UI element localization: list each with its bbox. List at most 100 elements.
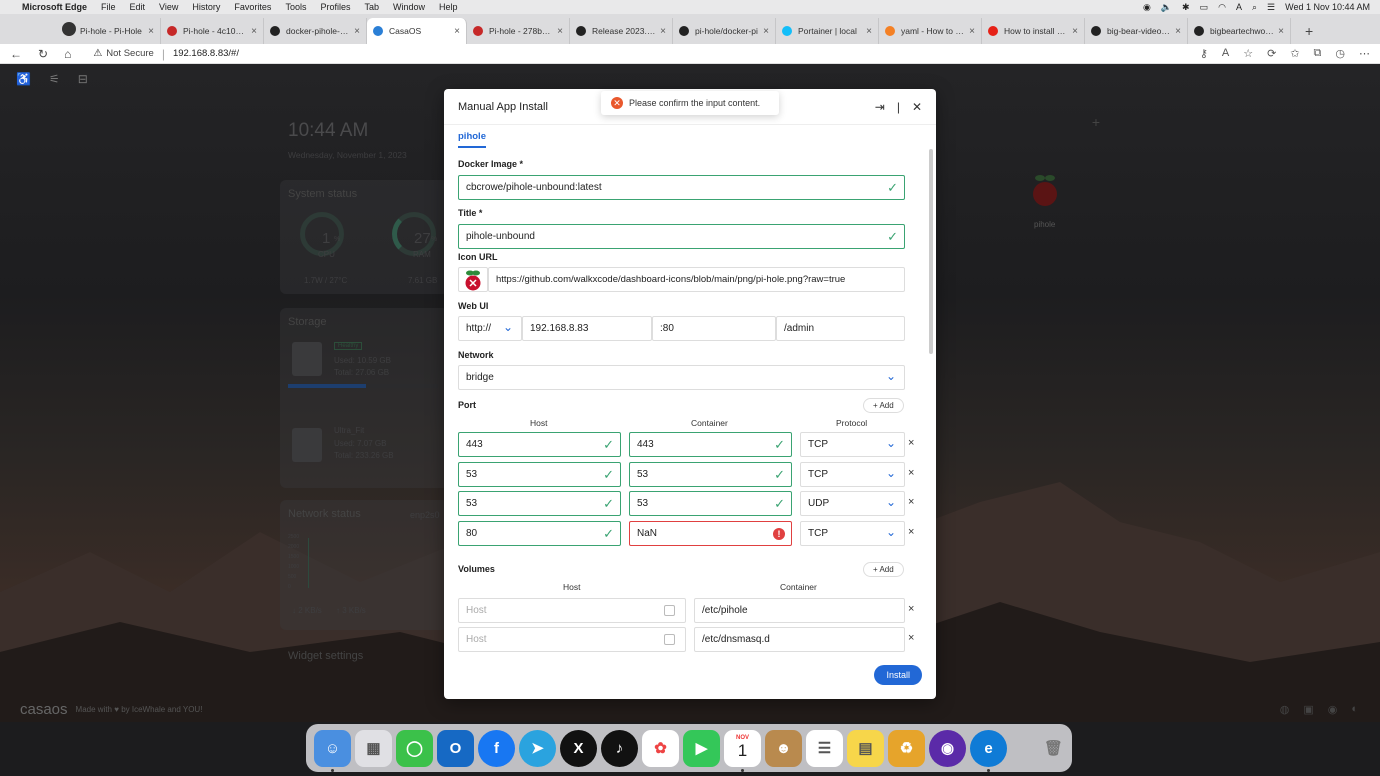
menu-file[interactable]: File [101, 2, 116, 12]
profile-avatar[interactable] [62, 22, 76, 36]
port-container-input[interactable]: NaN! [629, 520, 792, 546]
tab-close-icon[interactable]: × [866, 26, 872, 37]
remove-volume-icon[interactable]: × [908, 603, 914, 615]
pihole-app-label[interactable]: pihole [1034, 220, 1055, 229]
read-aloud-icon[interactable]: A [1222, 47, 1229, 60]
browser-tab[interactable]: docker-pihole-unb × [264, 18, 367, 44]
menu-history[interactable]: History [192, 2, 220, 12]
port-protocol-select[interactable]: TCP ⌄ [800, 461, 905, 487]
web-ui-path-input[interactable]: /admin [776, 316, 905, 341]
pihole-app-icon[interactable] [1030, 172, 1060, 212]
web-ui-scheme-select[interactable]: http:// ⌄ [458, 316, 522, 341]
control-center-icon[interactable]: ☰ [1267, 2, 1275, 13]
widget-settings-label[interactable]: Widget settings [288, 650, 363, 662]
port-container-input[interactable]: 53 ✓ [629, 491, 792, 516]
tiktok-icon[interactable]: ♪ [601, 729, 638, 767]
chat-icon[interactable]: ◍ [1280, 703, 1290, 716]
accessibility-icon[interactable]: ♿ [16, 72, 31, 86]
docker-image-input[interactable]: cbcrowe/pihole-unbound:latest ✓ [458, 175, 905, 200]
podcast-icon[interactable]: ◉ [929, 729, 966, 767]
reload-icon[interactable]: ↻ [38, 47, 48, 61]
app-name-menu[interactable]: Microsoft Edge [22, 2, 87, 12]
browser-tab[interactable]: big-bear-video-an × [1085, 18, 1188, 44]
menu-profiles[interactable]: Profiles [320, 2, 350, 12]
back-icon[interactable]: ← [10, 47, 22, 61]
menu-window[interactable]: Window [393, 2, 425, 12]
menubar-datetime[interactable]: Wed 1 Nov 10:44 AM [1285, 2, 1370, 12]
add-volume-button[interactable]: + Add [863, 562, 904, 577]
security-label[interactable]: Not Secure [106, 48, 154, 59]
record-icon[interactable]: ◉ [1143, 2, 1151, 13]
title-input[interactable]: pihole-unbound ✓ [458, 224, 905, 249]
web-ui-port-input[interactable]: :80 [652, 316, 776, 341]
tab-close-icon[interactable]: × [763, 26, 769, 37]
tab-pihole[interactable]: pihole [458, 131, 486, 148]
remove-port-icon[interactable]: × [908, 526, 914, 538]
port-protocol-select[interactable]: TCP ⌄ [800, 432, 905, 457]
input-source-icon[interactable]: A [1236, 2, 1242, 12]
discord-icon[interactable]: ◐ [1351, 703, 1358, 716]
menu-help[interactable]: Help [439, 2, 458, 12]
volume-container-input[interactable]: /etc/pihole [694, 598, 905, 623]
tab-close-icon[interactable]: × [1175, 26, 1181, 37]
folder-select-icon[interactable] [664, 605, 675, 616]
volume-host-input[interactable]: Host [458, 627, 686, 652]
browser-tab[interactable]: Pi-hole - 278bb97 × [467, 18, 570, 44]
terminal-icon[interactable]: ⊟ [78, 72, 88, 86]
volume-host-input[interactable]: Host [458, 598, 686, 623]
tab-close-icon[interactable]: × [148, 26, 154, 37]
finder-icon[interactable]: ☺ [314, 729, 351, 772]
home-icon[interactable]: ⌂ [64, 47, 71, 61]
tab-close-icon[interactable]: × [354, 26, 360, 37]
port-container-input[interactable]: 53 ✓ [629, 461, 792, 487]
remove-port-icon[interactable]: × [908, 496, 914, 508]
url-field[interactable]: 192.168.8.83/#/ [173, 48, 239, 59]
recycle-icon[interactable]: ♻ [888, 729, 925, 767]
contacts-icon[interactable]: ☻ [765, 729, 802, 767]
facebook-icon[interactable]: f [478, 729, 515, 767]
import-icon[interactable]: ⇥ [875, 100, 885, 114]
menu-favorites[interactable]: Favorites [234, 2, 271, 12]
tab-close-icon[interactable]: × [1072, 26, 1078, 37]
launchpad-icon[interactable]: ▦ [355, 729, 392, 767]
port-protocol-select[interactable]: TCP ⌄ [800, 520, 905, 546]
install-button[interactable]: Install [874, 665, 922, 685]
edge-icon[interactable]: e [970, 729, 1007, 772]
tab-close-icon[interactable]: × [251, 26, 257, 37]
browser-tab[interactable]: Portainer | local × [776, 18, 879, 44]
remove-volume-icon[interactable]: × [908, 632, 914, 644]
menu-tab[interactable]: Tab [364, 2, 379, 12]
tab-close-icon[interactable]: × [557, 26, 563, 37]
trash-icon[interactable]: 🗑 [1035, 730, 1072, 767]
icon-url-input[interactable]: https://github.com/walkxcode/dashboard-i… [488, 267, 905, 292]
browser-tab[interactable]: yaml - How to rep × [879, 18, 982, 44]
new-tab-icon[interactable]: + [1305, 18, 1313, 44]
volume-icon[interactable]: 🔈 [1161, 2, 1172, 13]
history-icon[interactable]: ◷ [1335, 47, 1345, 60]
bilibili-icon[interactable]: ▣ [1303, 703, 1313, 716]
port-host-input[interactable]: 443 ✓ [458, 432, 621, 457]
more-icon[interactable]: ⋯ [1359, 47, 1370, 60]
remove-port-icon[interactable]: × [908, 437, 914, 449]
port-host-input[interactable]: 80 ✓ [458, 520, 621, 546]
widget-settings[interactable]: Widget settings [280, 642, 448, 670]
browser-tab[interactable]: pi-hole/docker-pi × [673, 18, 776, 44]
port-host-input[interactable]: 53 ✓ [458, 491, 621, 516]
tab-close-icon[interactable]: × [454, 26, 460, 37]
notes-icon[interactable]: ▤ [847, 729, 884, 767]
photos-icon[interactable]: ✿ [642, 729, 679, 767]
menu-tools[interactable]: Tools [285, 2, 306, 12]
close-icon[interactable]: ✕ [912, 100, 922, 114]
calendar-icon[interactable]: NOV 1 [724, 729, 761, 772]
key-icon[interactable]: ⚷ [1200, 47, 1208, 60]
web-ui-host-input[interactable]: 192.168.8.83 [522, 316, 652, 341]
tab-close-icon[interactable]: × [1278, 26, 1284, 37]
messages-icon[interactable]: ◯ [396, 729, 433, 767]
bluetooth-icon[interactable]: ✱ [1182, 2, 1190, 13]
volume-container-input[interactable]: /etc/dnsmasq.d [694, 627, 905, 652]
facetime-icon[interactable]: ▶ [683, 729, 720, 767]
tab-close-icon[interactable]: × [969, 26, 975, 37]
add-port-button[interactable]: + Add [863, 398, 904, 413]
github-icon[interactable]: ◉ [1328, 703, 1338, 716]
browser-tab[interactable]: bigbeartechworld × [1188, 18, 1291, 44]
